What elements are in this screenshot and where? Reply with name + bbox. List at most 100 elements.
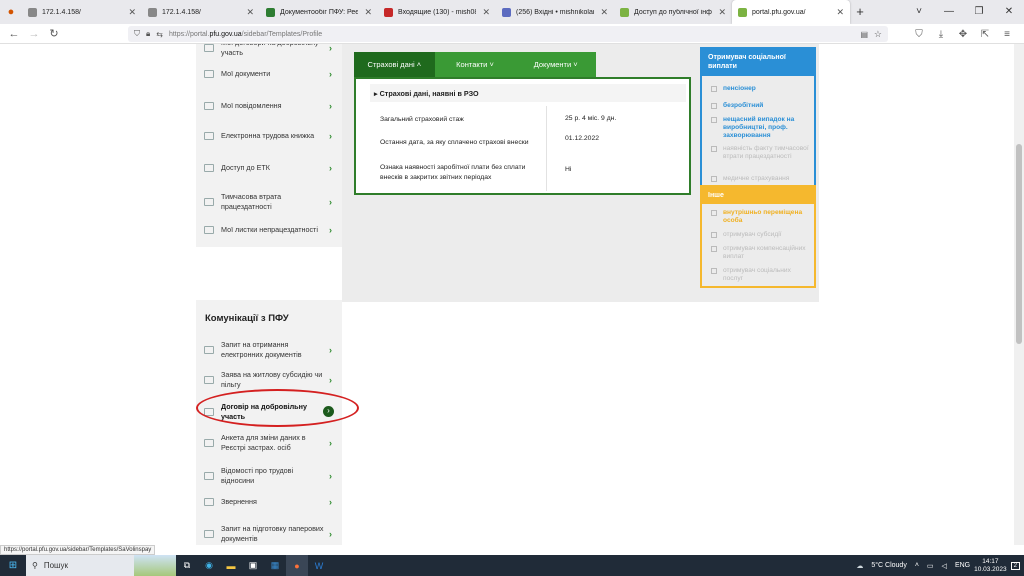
address-bar[interactable]: ⛉ 🔒︎ ⇆ https://portal. pfu.gov.ua/sidebar… <box>128 26 888 42</box>
forward-icon[interactable]: → <box>24 28 44 40</box>
chevron-right-icon[interactable]: › <box>329 437 332 449</box>
filter-option[interactable]: медичне страхування <box>711 175 809 183</box>
lock-icon[interactable]: 🔒︎ <box>146 29 150 39</box>
sidebar-item[interactable]: Запит на підготовку паперових документів… <box>196 524 342 543</box>
filter-option[interactable]: отримувач соціальних послуг <box>711 267 809 283</box>
share-icon[interactable]: ⇱ <box>974 29 996 40</box>
sidebar-item[interactable]: Електронна трудова книжка › <box>196 130 342 142</box>
tab-close-icon[interactable]: ✕ <box>246 7 254 18</box>
chevron-right-icon[interactable]: › <box>329 44 332 54</box>
new-tab-button[interactable]: + <box>850 0 870 24</box>
checkbox[interactable] <box>711 246 717 252</box>
chevron-right-icon[interactable]: › <box>329 162 332 174</box>
tab-contacts[interactable]: Контакти ˅ <box>435 52 516 77</box>
sidebar-item[interactable]: Анкета для зміни даних в Реєстрі застрах… <box>196 433 342 452</box>
browser-tab[interactable]: Входящие (130) - mish08nikoli ✕ <box>378 0 496 24</box>
close-icon[interactable]: ✕ <box>994 0 1024 24</box>
menu-icon[interactable]: ≡ <box>996 29 1018 40</box>
bookmark-star-icon[interactable]: ☆ <box>874 29 882 40</box>
chevron-right-icon[interactable]: › <box>329 470 332 482</box>
tab-close-icon[interactable]: ✕ <box>482 7 490 18</box>
browser-tab[interactable]: (256) Вхідні • mishnikolann@ui ✕ <box>496 0 614 24</box>
chevron-right-icon[interactable]: › <box>329 344 332 356</box>
sidebar-item[interactable]: Тимчасова втрата працездатності › <box>196 192 342 211</box>
edge-icon[interactable]: ◉ <box>198 555 220 576</box>
browser-tab[interactable]: 172.1.4.158/ ✕ <box>142 0 260 24</box>
checkbox[interactable] <box>711 103 717 109</box>
sidebar-item[interactable]: Мої документи › <box>196 68 342 80</box>
chevron-right-icon[interactable]: › <box>329 528 332 540</box>
app-icon[interactable]: ▦ <box>264 555 286 576</box>
browser-tab[interactable]: Доступ до публічної інформа ✕ <box>614 0 732 24</box>
checkbox[interactable] <box>711 210 717 216</box>
sidebar-item[interactable]: Мої листки непрацездатності › <box>196 224 342 236</box>
page-scrollbar[interactable] <box>1014 44 1024 545</box>
browser-tab[interactable]: 172.1.4.158/ ✕ <box>22 0 142 24</box>
sidebar-item[interactable]: Запит на отримання електронних документі… <box>196 340 342 359</box>
minimize-icon[interactable]: — <box>934 0 964 24</box>
browser-tab[interactable]: portal.pfu.gov.ua/ ✕ <box>732 0 850 24</box>
chevron-right-icon[interactable]: › <box>329 374 332 386</box>
tab-close-icon[interactable]: ✕ <box>836 7 844 18</box>
shield-icon[interactable]: ⛉ <box>134 29 140 39</box>
word-icon[interactable]: W <box>308 555 330 576</box>
weather-text[interactable]: 5°C Cloudy <box>871 562 906 569</box>
filter-option[interactable]: нещасний випадок на виробництві, проф. з… <box>711 116 809 140</box>
taskbar-search[interactable]: ⚲ Пошук <box>26 555 176 576</box>
sidebar-item[interactable]: Заява на житлову субсидію чи пільгу › <box>196 370 342 389</box>
reader-view-icon[interactable]: ▤ <box>860 30 868 39</box>
firefox-menu-icon[interactable]: ● <box>0 0 22 24</box>
tab-close-icon[interactable]: ✕ <box>600 7 608 18</box>
chevron-right-icon[interactable]: › <box>329 100 332 112</box>
checkbox[interactable] <box>711 146 717 152</box>
task-view-icon[interactable]: ⧉ <box>176 555 198 576</box>
chevron-right-icon[interactable]: › <box>329 196 332 208</box>
checkbox[interactable] <box>711 117 717 123</box>
volume-icon[interactable]: ◁ <box>942 562 947 570</box>
chevron-right-icon[interactable]: › <box>329 496 332 508</box>
filter-option[interactable]: наявність факту тимчасової втрати працез… <box>711 145 809 161</box>
tab-close-icon[interactable]: ✕ <box>718 7 726 18</box>
filter-option[interactable]: пенсіонер <box>711 85 809 93</box>
back-icon[interactable]: ← <box>4 28 24 40</box>
sidebar-item[interactable]: Доступ до ЕТК › <box>196 162 342 174</box>
checkbox[interactable] <box>711 176 717 182</box>
reload-icon[interactable]: ↻ <box>44 27 64 40</box>
filter-option[interactable]: внутрішньо переміщена особа <box>711 209 809 225</box>
chevron-right-icon[interactable]: › <box>329 224 332 236</box>
tab-close-icon[interactable]: ✕ <box>128 7 136 18</box>
notification-icon[interactable]: 2 <box>1010 561 1020 570</box>
filter-option[interactable]: безробітний <box>711 102 809 110</box>
filter-option[interactable]: отримувач субсидії <box>711 231 809 239</box>
pocket-icon[interactable]: ⛉ <box>908 29 930 40</box>
chevron-right-icon[interactable]: › <box>329 130 332 142</box>
downloads-icon[interactable]: ⤓ <box>930 29 952 40</box>
restore-icon[interactable]: ❐ <box>964 0 994 24</box>
sidebar-item[interactable]: Мої повідомлення › <box>196 100 342 112</box>
weather-icon[interactable]: ☁ <box>856 562 863 570</box>
checkbox[interactable] <box>711 86 717 92</box>
firefox-taskbar-icon[interactable]: ● <box>286 555 308 576</box>
chevron-down-icon[interactable]: ˅ <box>904 0 934 24</box>
tab-documents[interactable]: Документи ˅ <box>515 52 596 77</box>
browser-tab[interactable]: Документообіг ПФУ: Реєстр ✕ <box>260 0 378 24</box>
file-explorer-icon[interactable]: ▬ <box>220 555 242 576</box>
tab-close-icon[interactable]: ✕ <box>364 7 372 18</box>
network-icon[interactable]: ▭ <box>927 562 934 570</box>
scrollbar-thumb[interactable] <box>1016 144 1022 344</box>
permissions-icon[interactable]: ⇆ <box>156 30 163 39</box>
tab-insurance-data[interactable]: Страхові дані ˄ <box>354 52 435 77</box>
language-indicator[interactable]: ENG <box>955 562 970 569</box>
chevron-right-icon[interactable]: › <box>329 68 332 80</box>
checkbox[interactable] <box>711 268 717 274</box>
store-icon[interactable]: ▣ <box>242 555 264 576</box>
tray-chevron-icon[interactable]: ˄ <box>915 562 919 569</box>
sidebar-item[interactable]: Мої договори на добровільну участь › <box>196 44 342 57</box>
sidebar-item[interactable]: Звернення › <box>196 496 342 508</box>
extensions-icon[interactable]: ✥ <box>952 29 974 40</box>
card-title[interactable]: ▸ Страхові дані, наявні в РЗО <box>370 84 686 102</box>
sidebar-item[interactable]: Відомості про трудові відносини › <box>196 466 342 485</box>
clock[interactable]: 14:17 10.03.2023 <box>974 558 1007 573</box>
checkbox[interactable] <box>711 232 717 238</box>
filter-option[interactable]: отримувач компенсаційних виплат <box>711 245 809 261</box>
